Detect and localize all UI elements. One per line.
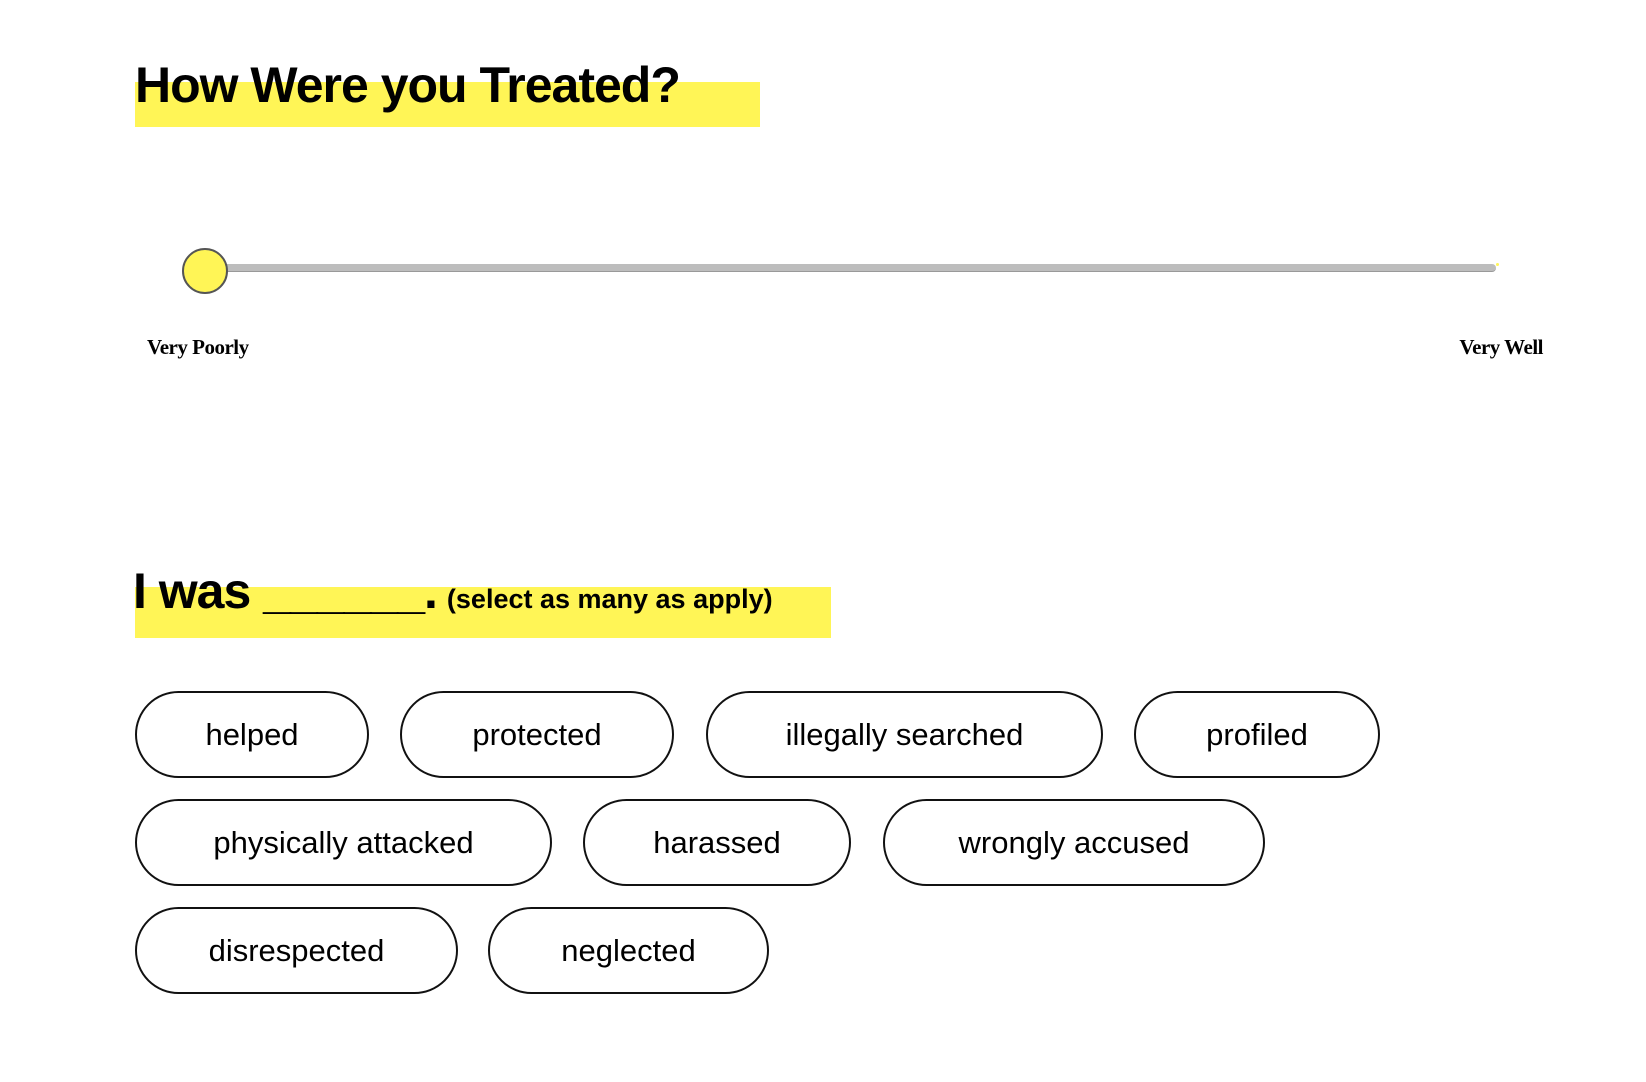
question-heading: I was ______. (select as many as apply) — [133, 562, 773, 620]
question-hint: (select as many as apply) — [446, 584, 773, 614]
slider-max-label: Very Well — [1459, 335, 1543, 359]
page-title: How Were you Treated? — [135, 57, 681, 113]
option-helped[interactable]: helped — [135, 691, 369, 778]
option-wrongly-accused[interactable]: wrongly accused — [883, 799, 1265, 886]
slider-thumb[interactable] — [182, 248, 228, 294]
option-disrespected[interactable]: disrespected — [135, 907, 458, 994]
option-neglected[interactable]: neglected — [488, 907, 769, 994]
option-profiled[interactable]: profiled — [1134, 691, 1380, 778]
option-physically-attacked[interactable]: physically attacked — [135, 799, 552, 886]
question-title: I was ______. — [133, 563, 438, 619]
slider-track-end — [1496, 263, 1499, 266]
option-illegally-searched[interactable]: illegally searched — [706, 691, 1103, 778]
option-harassed[interactable]: harassed — [583, 799, 851, 886]
slider-min-label: Very Poorly — [147, 335, 249, 359]
slider-track[interactable] — [205, 264, 1496, 272]
option-protected[interactable]: protected — [400, 691, 674, 778]
